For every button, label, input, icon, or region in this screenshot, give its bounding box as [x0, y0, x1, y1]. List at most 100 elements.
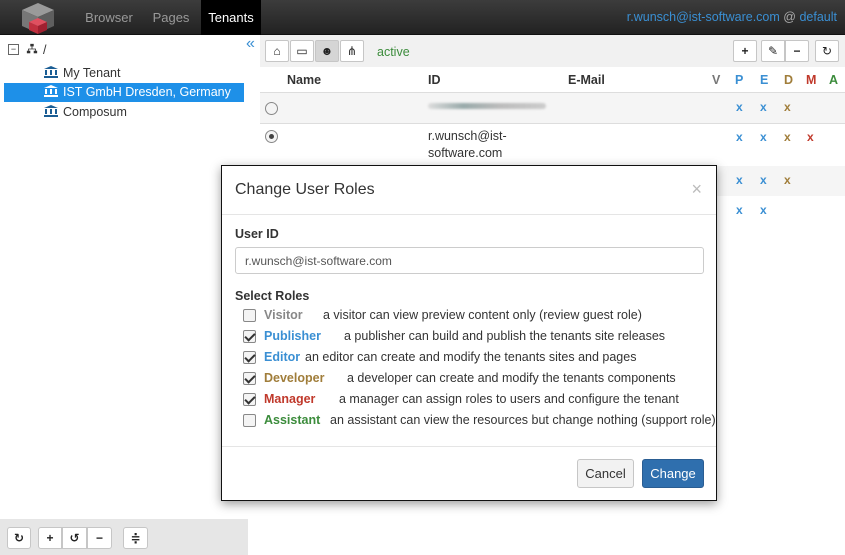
plus-icon: + — [741, 44, 749, 58]
role-mark-editor: x — [760, 203, 767, 217]
user-info[interactable]: r.wunsch@ist-software.com @ default — [627, 0, 837, 35]
settings-button[interactable]: ≑ — [123, 527, 148, 549]
role-name: Assistant — [264, 413, 321, 427]
role-checkbox[interactable] — [243, 372, 256, 385]
row-select-radio[interactable] — [265, 102, 278, 115]
add-button[interactable]: + — [38, 527, 62, 549]
tab-tenants[interactable]: Tenants — [201, 0, 261, 35]
close-icon[interactable]: × — [691, 179, 702, 200]
collapse-panel-icon[interactable]: « — [246, 34, 255, 54]
dialog-divider — [222, 446, 716, 447]
role-description: an editor can create and modify the tena… — [305, 350, 637, 364]
minus-icon: − — [95, 531, 103, 545]
role-checkbox[interactable] — [243, 351, 256, 364]
tab-pages[interactable]: Pages — [143, 0, 199, 35]
role-description: a manager can assign roles to users and … — [339, 392, 679, 406]
role-mark-developer: x — [784, 100, 791, 114]
row-user-id-line2: software.com — [428, 146, 503, 160]
col-header-id: ID — [428, 73, 441, 87]
col-header-assistant: A — [829, 73, 839, 87]
inbox-icon: ▭ — [296, 44, 308, 58]
role-description: a developer can create and modify the te… — [347, 371, 676, 385]
remove-button[interactable]: − — [87, 527, 112, 549]
select-roles-label: Select Roles — [235, 289, 310, 303]
col-header-developer: D — [784, 73, 794, 87]
col-header-email: E-Mail — [568, 73, 605, 87]
role-name: Editor — [264, 350, 301, 364]
tree-item-my-tenant[interactable]: My Tenant — [44, 64, 244, 83]
table-divider — [260, 123, 845, 124]
sitemap-icon — [26, 43, 38, 54]
col-header-visitor: V — [712, 73, 721, 87]
sliders-icon: ≑ — [130, 531, 141, 545]
undo-icon: ↺ — [69, 531, 80, 545]
undo-button[interactable]: ↺ — [62, 527, 87, 549]
role-name: Manager — [264, 392, 316, 406]
bank-icon: ⌂ — [273, 44, 281, 58]
tree-root[interactable]: / — [26, 41, 46, 60]
col-header-name: Name — [287, 73, 322, 87]
role-description: a publisher can build and publish the te… — [344, 329, 666, 343]
row-select-radio[interactable] — [265, 130, 278, 143]
minus-icon: − — [793, 44, 801, 58]
role-mark-editor: x — [760, 130, 767, 144]
user-separator: @ — [783, 10, 796, 24]
users-view-button[interactable]: ☻ — [315, 40, 339, 62]
add-user-button[interactable]: + — [733, 40, 757, 62]
user-id-label: User ID — [235, 227, 279, 241]
row-user-id-line1: r.wunsch@ist- — [428, 129, 507, 143]
role-mark-publisher: x — [736, 130, 743, 144]
role-mark-manager: x — [807, 130, 814, 144]
collapse-toggle-icon[interactable]: − — [8, 44, 19, 55]
table-row[interactable] — [260, 93, 845, 123]
change-button[interactable]: Change — [642, 459, 704, 488]
workspace-name[interactable]: default — [799, 10, 837, 24]
role-mark-publisher: x — [736, 100, 743, 114]
cancel-button[interactable]: Cancel — [577, 459, 634, 488]
dialog-divider — [222, 214, 716, 215]
role-description: a visitor can view preview content only … — [323, 308, 642, 322]
sitemap-icon: ⋔ — [346, 44, 358, 58]
role-checkbox[interactable] — [243, 330, 256, 343]
col-header-manager: M — [806, 73, 817, 87]
role-mark-developer: x — [784, 130, 791, 144]
role-mark-editor: x — [760, 173, 767, 187]
role-checkbox[interactable] — [243, 393, 256, 406]
bank-icon — [44, 66, 58, 78]
refresh-button[interactable]: ↻ — [7, 527, 31, 549]
remove-user-button[interactable]: − — [785, 40, 809, 62]
dialog-title: Change User Roles — [235, 181, 375, 198]
tree-item-label: IST GmbH Dresden, Germany — [63, 85, 231, 99]
refresh-icon: ↻ — [821, 44, 833, 58]
role-checkbox[interactable] — [243, 414, 256, 427]
tree-item-label: Composum — [63, 105, 127, 119]
role-description: an assistant can view the resources but … — [330, 413, 716, 427]
top-navbar: Browser Pages Tenants r.wunsch@ist-softw… — [0, 0, 845, 35]
user-id-field[interactable] — [235, 247, 704, 274]
user-email[interactable]: r.wunsch@ist-software.com — [627, 10, 780, 24]
col-header-publisher: P — [735, 73, 744, 87]
tenant-view-button[interactable]: ⌂ — [265, 40, 289, 62]
role-mark-editor: x — [760, 100, 767, 114]
role-mark-publisher: x — [736, 203, 743, 217]
col-header-editor: E — [760, 73, 769, 87]
plus-icon: + — [46, 531, 54, 545]
change-user-roles-dialog: Change User Roles × User ID Select Roles… — [221, 165, 717, 501]
tree-item-ist-gmbh[interactable]: IST GmbH Dresden, Germany — [4, 83, 244, 102]
edit-user-button[interactable]: ✎ — [761, 40, 785, 62]
redacted-id — [428, 103, 546, 109]
refresh-icon: ↻ — [13, 531, 25, 545]
tree-item-composum[interactable]: Composum — [44, 103, 244, 122]
composum-logo-icon[interactable] — [14, 1, 62, 35]
tab-browser[interactable]: Browser — [77, 0, 141, 35]
sitemap-view-button[interactable]: ⋔ — [340, 40, 364, 62]
role-checkbox[interactable] — [243, 309, 256, 322]
bank-icon — [44, 105, 58, 117]
inbox-view-button[interactable]: ▭ — [290, 40, 314, 62]
tree-root-label: / — [43, 43, 47, 57]
reload-button[interactable]: ↻ — [815, 40, 839, 62]
filter-active-label[interactable]: active — [377, 45, 410, 59]
edit-icon: ✎ — [767, 44, 779, 58]
role-name: Publisher — [264, 329, 321, 343]
tree-toolbar: ↻ + ↺ − ≑ — [0, 519, 248, 555]
